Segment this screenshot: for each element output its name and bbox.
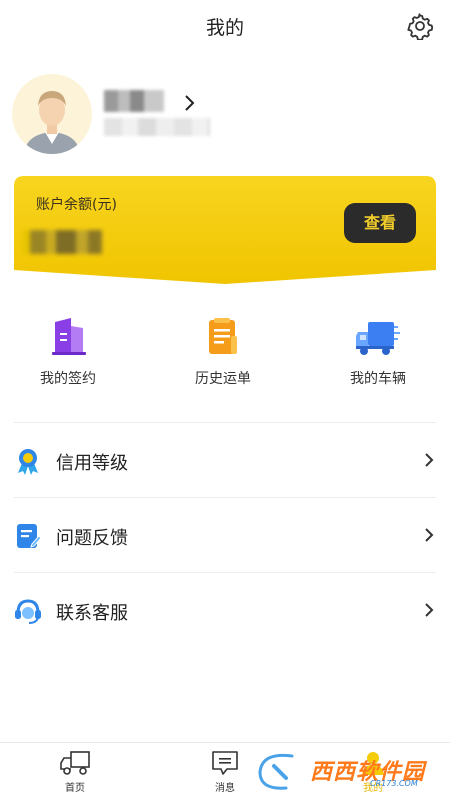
quick-action-history-orders[interactable]: 历史运单 <box>163 316 283 388</box>
message-icon <box>212 751 238 775</box>
watermark-swirl-icon <box>256 751 296 792</box>
gear-icon[interactable] <box>406 12 434 40</box>
feedback-edit-icon <box>17 524 42 548</box>
tab-label: 首页 <box>65 783 85 794</box>
menu-item-label: 联系客服 <box>56 603 128 624</box>
truck-home-icon <box>60 751 90 775</box>
page-title: 我的 <box>205 17 244 39</box>
chevron-right-icon <box>425 603 434 617</box>
menu-item-credit-level[interactable]: 信用等级 <box>14 422 436 497</box>
avatar-person-icon <box>24 91 80 154</box>
balance-amount <box>22 230 102 254</box>
watermark-logo: 西西软件园 CR173.COM <box>252 748 436 794</box>
view-balance-button[interactable]: 查看 <box>344 203 416 243</box>
balance-card: 账户余额(元) 查看 <box>14 176 436 284</box>
user-phone <box>104 118 210 136</box>
menu-item-label: 问题反馈 <box>56 528 128 549</box>
award-badge-icon <box>18 449 38 475</box>
quick-action-label: 我的车辆 <box>350 371 406 387</box>
tab-home[interactable]: 首页 <box>30 749 120 794</box>
user-name <box>104 90 164 112</box>
menu-item-feedback[interactable]: 问题反馈 <box>14 497 436 572</box>
quick-action-contracts[interactable]: 我的签约 <box>8 316 128 388</box>
balance-label: 账户余额(元) <box>36 197 117 213</box>
menu-item-label: 信用等级 <box>56 453 128 474</box>
quick-action-my-vehicles[interactable]: 我的车辆 <box>318 316 438 388</box>
profile-section[interactable] <box>12 74 432 156</box>
top-bar: 我的 <box>0 0 450 52</box>
quick-actions: 我的签约 历史运单 我的车辆 <box>0 316 450 396</box>
quick-action-label: 历史运单 <box>195 371 251 387</box>
watermark-subtext: CR173.COM <box>370 779 418 788</box>
settings-menu: 信用等级 问题反馈 联系客服 <box>14 422 436 647</box>
headset-icon <box>15 599 41 624</box>
chevron-right-icon <box>425 453 434 467</box>
avatar[interactable] <box>12 74 92 154</box>
chevron-right-icon <box>425 528 434 542</box>
menu-item-customer-service[interactable]: 联系客服 <box>14 572 436 647</box>
clipboard-icon <box>209 318 237 354</box>
quick-action-label: 我的签约 <box>40 371 96 387</box>
building-icon <box>52 318 86 355</box>
truck-icon <box>356 322 400 355</box>
chevron-right-icon[interactable] <box>184 94 196 112</box>
